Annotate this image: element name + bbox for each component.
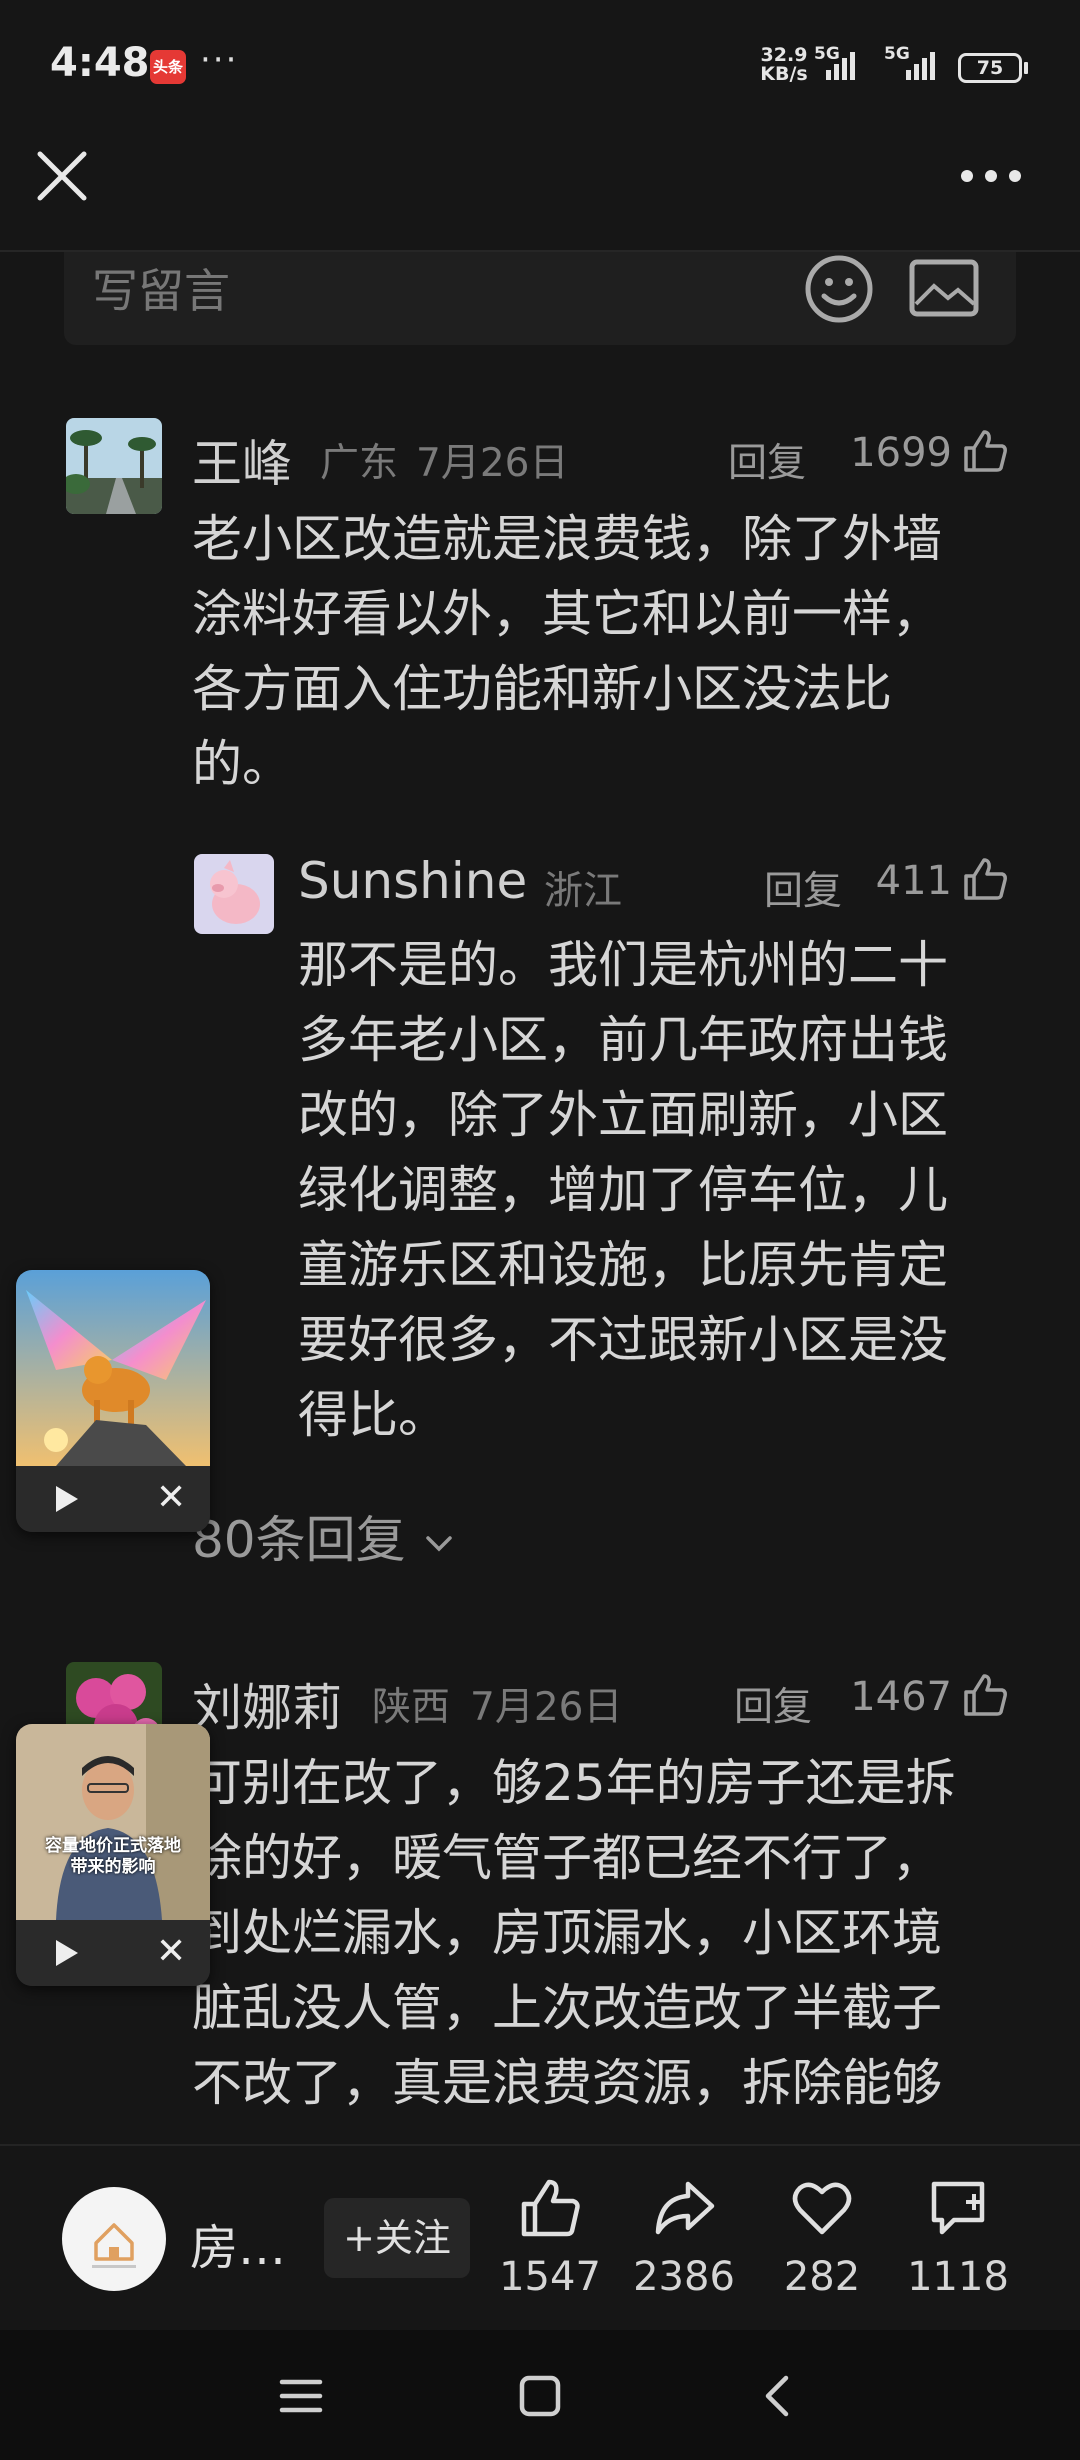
comment-body: 可别在改了，够25年的房子还是拆 除的好，暖气管子都已经不行了， 到处烂漏水，房… <box>192 1754 956 2112</box>
house-logo-icon <box>92 2223 136 2268</box>
comments-button[interactable] <box>926 2176 990 2244</box>
back-button[interactable] <box>760 2372 794 2424</box>
heart-icon <box>792 2182 852 2235</box>
status-time: 4:48 <box>50 40 150 86</box>
comment-date: 7月26日 <box>470 1685 623 1730</box>
network-speed: 32.9 KB/s <box>760 44 808 85</box>
mini-player-controls: ✕ <box>16 1466 210 1532</box>
recent-apps-button[interactable] <box>278 2376 324 2420</box>
reply-button[interactable]: 回复 <box>728 432 806 488</box>
comment-input[interactable]: 写留言 <box>92 255 230 321</box>
avatar-palm-road-image <box>66 418 162 514</box>
reply-button[interactable]: 回复 <box>734 1676 812 1732</box>
battery-tip <box>1024 62 1028 74</box>
reply-avatar[interactable] <box>194 854 274 934</box>
avatar-pig-image <box>194 854 274 934</box>
like-button[interactable] <box>962 1672 1008 1722</box>
source-avatar[interactable] <box>62 2187 166 2291</box>
battery-icon: 75 <box>958 53 1022 83</box>
floating-video-player[interactable]: 容量地价正式落地 带来的影响 ✕ <box>16 1724 210 1986</box>
comment-count: 1118 <box>907 2254 1009 2300</box>
share-icon <box>655 2181 715 2235</box>
follow-button[interactable]: +关注 <box>324 2198 470 2278</box>
reply-username[interactable]: Sunshine <box>298 852 527 910</box>
play-icon[interactable] <box>56 1486 78 1512</box>
signal-bars-2-icon <box>906 52 935 80</box>
signal-bars-1-icon <box>826 52 855 80</box>
like-button[interactable] <box>962 428 1008 478</box>
home-button[interactable] <box>518 2374 562 2422</box>
floating-video-player[interactable]: ✕ <box>16 1270 210 1532</box>
comment-username[interactable]: 王峰 <box>192 424 292 496</box>
comment-add-icon <box>931 2181 985 2235</box>
thumbs-up-icon <box>964 1674 1007 1716</box>
thumbs-up-icon <box>964 430 1007 472</box>
avatar[interactable] <box>66 418 162 514</box>
reply-region: 浙江 <box>544 869 623 914</box>
emoji-icon <box>805 255 873 323</box>
source-name[interactable]: 房… <box>190 2208 286 2278</box>
close-icon[interactable]: ✕ <box>156 1478 186 1518</box>
menu-icon <box>279 2379 323 2413</box>
video-thumbnail-tiger <box>16 1270 210 1466</box>
like-count: 1547 <box>499 2254 601 2300</box>
emoji-button[interactable] <box>802 252 876 326</box>
back-arrow-icon <box>765 2375 789 2417</box>
favorite-count: 282 <box>783 2254 861 2300</box>
more-replies-label: 80条回复 <box>192 1511 406 1569</box>
comment-date: 7月26日 <box>416 441 569 486</box>
image-button[interactable] <box>908 258 980 318</box>
thumbs-up-icon <box>521 2179 580 2237</box>
close-icon <box>37 151 87 201</box>
thumbs-up-icon <box>964 858 1007 900</box>
comment-region: 陕西 <box>372 1685 451 1730</box>
mini-player-controls: ✕ <box>16 1920 210 1986</box>
close-button[interactable] <box>34 148 90 204</box>
image-icon <box>909 259 979 317</box>
reply-body: 那不是的。我们是杭州的二十 多年老小区，前几年政府出钱 改的，除了外立面刷新，小… <box>298 936 948 1444</box>
video-thumbnail-speaker <box>16 1724 210 1920</box>
status-bar: 4:48 头条 ··· 32.9 KB/s 5G 5G 75 <box>0 0 1080 130</box>
reply-like-button[interactable] <box>962 856 1008 906</box>
home-square-icon <box>519 2375 561 2417</box>
close-icon[interactable]: ✕ <box>156 1932 186 1972</box>
play-icon[interactable] <box>56 1940 78 1966</box>
more-options-button[interactable] <box>958 158 1024 194</box>
more-horizontal-icon <box>961 170 1021 182</box>
more-replies-toggle[interactable]: 80条回复 <box>192 1500 456 1572</box>
notification-more-icon: ··· <box>200 40 239 80</box>
like-count[interactable]: 1699 <box>840 430 952 476</box>
share-count: 2386 <box>633 2254 735 2300</box>
like-count[interactable]: 1467 <box>840 1674 952 1720</box>
comment-region: 广东 <box>320 441 399 486</box>
reply-like-count[interactable]: 411 <box>860 858 952 904</box>
chevron-down-icon <box>425 1535 452 1551</box>
video-subtitle: 容量地价正式落地 带来的影响 <box>45 1836 181 1877</box>
toutiao-app-icon: 头条 <box>150 50 186 84</box>
favorite-button[interactable] <box>790 2176 854 2244</box>
reply-reply-button[interactable]: 回复 <box>764 860 842 916</box>
comment-username[interactable]: 刘娜莉 <box>192 1668 342 1740</box>
comment-body: 老小区改造就是浪费钱，除了外墙 涂料好看以外，其它和以前一样， 各方面入住功能和… <box>192 510 942 793</box>
share-button[interactable] <box>652 2176 716 2244</box>
like-article-button[interactable] <box>518 2176 582 2244</box>
